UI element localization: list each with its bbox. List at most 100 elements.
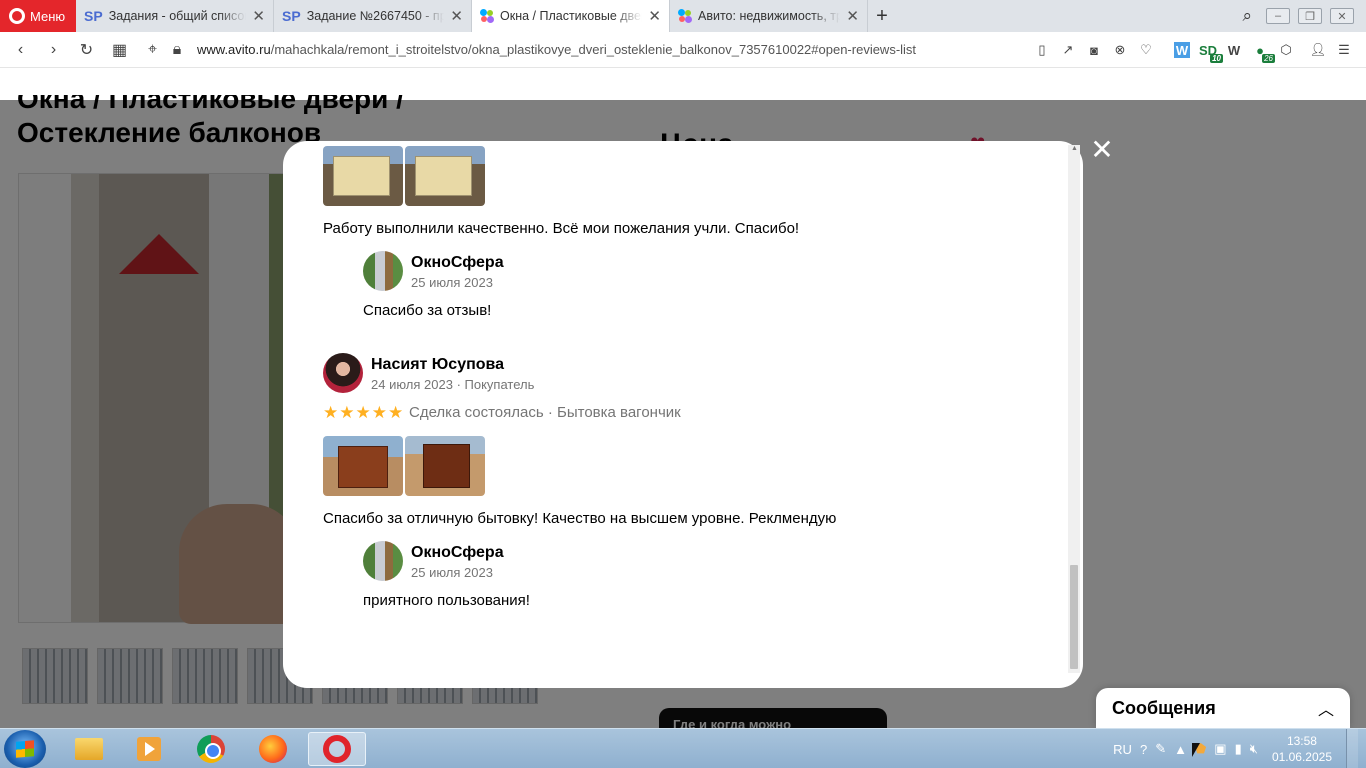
- rating-stars: ★ ★ ★ ★ ★: [323, 404, 403, 422]
- forward-icon[interactable]: ›: [37, 41, 70, 59]
- tray-expand-icon[interactable]: ▲: [1174, 742, 1187, 757]
- messages-panel[interactable]: Сообщения ︿: [1096, 688, 1350, 728]
- close-modal-icon[interactable]: ✕: [1090, 136, 1114, 164]
- start-button[interactable]: [4, 730, 46, 768]
- review-photo[interactable]: [405, 146, 485, 206]
- reply-text: Спасибо за отзыв!: [363, 302, 492, 319]
- sd-extension-icon[interactable]: SD 10: [1199, 42, 1223, 63]
- tab-close-icon[interactable]: ✕: [450, 7, 463, 25]
- address-bar: ‹ › ↻ ▦ ⌖ 🔒︎ www.avito.ru/mahachkala/rem…: [0, 32, 1366, 68]
- review-text: Спасибо за отличную бытовку! Качество на…: [323, 510, 837, 527]
- review-photos: [323, 436, 485, 496]
- tab-close-icon[interactable]: ✕: [846, 7, 859, 25]
- tab-close-icon[interactable]: ✕: [252, 7, 265, 25]
- reader-icon[interactable]: ▯: [1034, 42, 1050, 58]
- taskbar-chrome[interactable]: [184, 732, 238, 766]
- sp-icon: SP: [84, 8, 103, 24]
- window-controls: – ❐ ✕: [1266, 0, 1366, 32]
- reviewer-avatar: [323, 353, 363, 393]
- tab-search-icon[interactable]: ⌕: [1242, 6, 1252, 26]
- scroll-up-icon[interactable]: ▲: [1071, 145, 1078, 152]
- menu-label: Меню: [30, 8, 66, 24]
- star-icon: ★: [323, 403, 339, 422]
- taskbar-opera[interactable]: [308, 732, 366, 766]
- tab-avito-home[interactable]: Авито: недвижимость, тра ✕: [670, 0, 868, 32]
- share-icon[interactable]: ↗: [1060, 42, 1076, 58]
- kz-extension-icon[interactable]: ● 26: [1252, 42, 1275, 63]
- bookmark-heart-icon[interactable]: ♡: [1138, 42, 1154, 58]
- extensions-area: ▯ ↗ ◙ ⊗ ♡ W SD 10 W ● 26 ⬡ 👤︎ ☰: [1034, 32, 1366, 68]
- seller-avatar: [363, 251, 403, 291]
- clock-time: 13:58: [1286, 734, 1317, 748]
- device-icon[interactable]: ▣: [1214, 741, 1226, 757]
- url-field[interactable]: www.avito.ru/mahachkala/remont_i_stroite…: [197, 42, 916, 57]
- tab-title: Окна / Пластиковые двер: [500, 9, 643, 23]
- review-photo[interactable]: [405, 436, 485, 496]
- network-icon[interactable]: ▮: [1235, 741, 1242, 757]
- reviews-modal: Работу выполнили качественно. Всё мои по…: [283, 141, 1083, 688]
- reload-icon[interactable]: ↻: [70, 40, 103, 60]
- location-icon[interactable]: ⌖: [136, 41, 169, 59]
- star-icon: ★: [339, 403, 355, 422]
- avito-icon: [678, 9, 692, 23]
- easy-setup-icon[interactable]: ☰: [1336, 42, 1352, 58]
- clock-date: 01.06.2025: [1271, 750, 1332, 764]
- tab-close-icon[interactable]: ✕: [648, 7, 661, 25]
- review-photo[interactable]: [323, 436, 403, 496]
- tab-windows-avito[interactable]: Окна / Пластиковые двер ✕: [472, 0, 670, 32]
- review-text: Работу выполнили качественно. Всё мои по…: [323, 220, 800, 237]
- tab-tasks-list[interactable]: SP Задания - общий список з ✕: [76, 0, 274, 32]
- review-photo[interactable]: [323, 146, 403, 206]
- taskbar-explorer[interactable]: [62, 732, 116, 766]
- lock-icon[interactable]: 🔒︎: [169, 41, 185, 59]
- tabs-grid-icon[interactable]: ▦: [103, 40, 136, 60]
- tab-title: Авито: недвижимость, тра: [698, 9, 841, 23]
- chrome-icon: [197, 735, 225, 763]
- system-tray: RU ? ✎ ▲ ⬟ ▣ ▮ 🔇︎ 13:58 01.06.2025: [1113, 729, 1366, 768]
- review-meta: 24 июля 2023 · Покупатель: [371, 377, 535, 392]
- modal-scrollbar[interactable]: ▲: [1068, 145, 1080, 673]
- media-player-icon: [137, 737, 161, 761]
- star-icon: ★: [355, 403, 371, 422]
- opera-icon: [323, 735, 351, 763]
- messages-title: Сообщения: [1112, 697, 1216, 718]
- taskbar-media-player[interactable]: [122, 732, 176, 766]
- chevron-up-icon[interactable]: ︿: [1318, 696, 1334, 720]
- show-desktop-button[interactable]: [1346, 729, 1358, 768]
- taskbar-firefox[interactable]: [246, 732, 300, 766]
- pen-icon[interactable]: ✎: [1155, 741, 1166, 757]
- w-extension-icon[interactable]: W: [1174, 42, 1190, 58]
- wikipedia-extension-icon[interactable]: W: [1226, 42, 1242, 58]
- help-icon[interactable]: ?: [1140, 742, 1147, 757]
- mouse-cursor-icon: [1192, 743, 1200, 757]
- cube-extension-icon[interactable]: ⬡: [1278, 42, 1294, 58]
- close-window-button[interactable]: ✕: [1330, 8, 1354, 24]
- star-icon: ★: [371, 403, 387, 422]
- reply-author: ОкноСфера: [411, 544, 504, 561]
- reply-text: приятного пользования!: [363, 592, 530, 609]
- adblock-icon[interactable]: ⊗: [1112, 42, 1128, 58]
- reply-date: 25 июля 2023: [411, 275, 493, 290]
- firefox-icon: [259, 735, 287, 763]
- tab-title: Задание №2667450 - прос: [306, 9, 445, 23]
- scrollbar-thumb[interactable]: [1070, 565, 1078, 669]
- tab-bar: Меню SP Задания - общий список з ✕ SP За…: [0, 0, 1366, 32]
- restore-button[interactable]: ❐: [1298, 8, 1322, 24]
- star-icon: ★: [388, 403, 404, 422]
- review-photos: [323, 146, 485, 206]
- deal-status: Сделка состоялась · Бытовка вагончик: [409, 404, 681, 421]
- back-icon[interactable]: ‹: [4, 41, 37, 59]
- profile-avatar-icon[interactable]: 👤︎: [1310, 42, 1327, 58]
- camera-icon[interactable]: ◙: [1086, 42, 1102, 58]
- opera-menu-button[interactable]: Меню: [0, 0, 76, 32]
- minimize-button[interactable]: –: [1266, 8, 1290, 24]
- language-indicator[interactable]: RU: [1113, 742, 1132, 757]
- reviewer-name: Насият Юсупова: [371, 356, 505, 373]
- avito-icon: [480, 9, 494, 23]
- sp-icon: SP: [282, 8, 301, 24]
- tab-task-2667450[interactable]: SP Задание №2667450 - прос ✕: [274, 0, 472, 32]
- windows-taskbar: RU ? ✎ ▲ ⬟ ▣ ▮ 🔇︎ 13:58 01.06.2025: [0, 728, 1366, 768]
- new-tab-button[interactable]: +: [868, 0, 896, 32]
- volume-muted-icon[interactable]: 🔇︎: [1250, 741, 1258, 757]
- clock[interactable]: 13:58 01.06.2025: [1272, 733, 1332, 765]
